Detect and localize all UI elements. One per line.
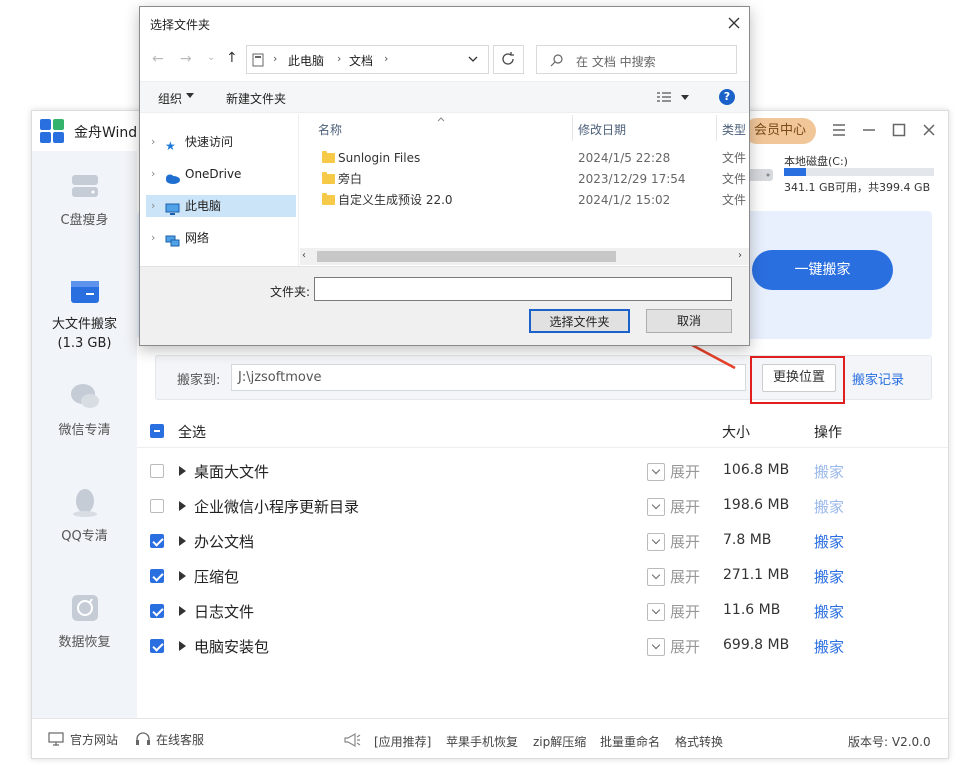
file-type: 文件 — [722, 172, 747, 186]
folder-label: 文件夹: — [270, 285, 311, 299]
forward-icon[interactable]: → — [180, 51, 192, 67]
nav-onedrive[interactable]: › OneDrive — [146, 163, 296, 185]
nav-item-label: 快速访问 — [185, 135, 234, 149]
expand-chevron-icon[interactable]: › — [151, 163, 155, 185]
nav-network[interactable]: › 网络 — [146, 227, 296, 249]
file-date: 2024/1/5 22:28 — [578, 151, 671, 165]
nav-item-label: 网络 — [185, 231, 210, 245]
file-type: 文件 — [722, 151, 747, 165]
pc-icon — [252, 53, 264, 67]
breadcrumb-documents[interactable]: 文档 — [349, 52, 373, 69]
breadcrumb-separator: › — [273, 52, 278, 65]
expand-chevron-icon[interactable]: › — [151, 195, 155, 217]
search-placeholder: 在 文档 中搜索 — [576, 55, 656, 69]
organize-button[interactable]: 组织 — [158, 90, 182, 107]
column-header-type[interactable]: 类型 — [722, 121, 746, 138]
file-type: 文件 — [722, 193, 747, 207]
file-list-item[interactable]: 自定义生成预设 22.0 2024/1/2 15:02 文件 — [320, 190, 748, 210]
file-date: 2024/1/2 15:02 — [578, 193, 671, 207]
folder-icon — [322, 151, 335, 163]
file-name: 旁白 — [338, 172, 363, 186]
expand-chevron-icon[interactable]: › — [151, 227, 155, 249]
cancel-button[interactable]: 取消 — [646, 309, 732, 333]
nav-item-label: 此电脑 — [185, 199, 222, 213]
folder-input[interactable] — [314, 277, 732, 301]
star-icon: ★ — [165, 139, 176, 153]
column-divider — [716, 115, 717, 141]
folder-icon — [322, 172, 335, 184]
scroll-right-icon[interactable]: › — [738, 250, 742, 261]
breadcrumb-separator: › — [384, 52, 389, 65]
cloud-icon — [164, 169, 180, 184]
breadcrumb-this-pc[interactable]: 此电脑 — [288, 52, 324, 69]
search-icon — [550, 53, 564, 67]
help-icon[interactable]: ? — [719, 89, 735, 105]
recent-dropdown-icon[interactable]: ⌄ — [207, 52, 215, 63]
view-options-icon[interactable] — [656, 91, 672, 103]
sort-arrow-icon — [437, 111, 445, 122]
file-list-item[interactable]: 旁白 2023/12/29 17:54 文件 — [320, 169, 748, 189]
dialog-title: 选择文件夹 — [150, 18, 211, 32]
column-divider — [572, 115, 573, 141]
network-icon — [165, 232, 180, 247]
up-icon[interactable]: ↑ — [226, 50, 238, 66]
expand-chevron-icon[interactable]: › — [151, 131, 155, 153]
column-header-modified[interactable]: 修改日期 — [578, 121, 626, 138]
breadcrumb-separator: › — [337, 52, 342, 65]
nav-quick-access[interactable]: › ★ 快速访问 — [146, 131, 296, 153]
view-dropdown-icon[interactable] — [681, 95, 689, 100]
dialog-close-icon[interactable] — [728, 17, 740, 29]
organize-dropdown-icon — [186, 93, 194, 98]
refresh-icon — [502, 52, 514, 65]
nav-item-label: OneDrive — [185, 167, 242, 181]
computer-icon — [165, 200, 180, 215]
address-dropdown-icon[interactable] — [467, 53, 479, 65]
new-folder-button[interactable]: 新建文件夹 — [226, 90, 286, 107]
back-icon[interactable]: ← — [152, 51, 164, 67]
column-header-name[interactable]: 名称 — [318, 121, 342, 138]
file-name: 自定义生成预设 22.0 — [338, 193, 453, 207]
refresh-button[interactable] — [493, 45, 524, 74]
select-folder-button[interactable]: 选择文件夹 — [529, 309, 630, 333]
file-list-item[interactable]: Sunlogin Files 2024/1/5 22:28 文件 — [320, 148, 748, 168]
scrollbar-thumb[interactable] — [317, 251, 616, 262]
nav-this-pc[interactable]: › 此电脑 — [146, 195, 296, 217]
file-date: 2023/12/29 17:54 — [578, 172, 686, 186]
folder-icon — [322, 193, 335, 205]
select-folder-dialog: 选择文件夹 ← → ⌄ ↑ › 此电脑 › 文档 › 在 文档 中搜索 组织 新… — [139, 6, 750, 346]
file-name: Sunlogin Files — [338, 151, 421, 165]
scroll-left-icon[interactable]: ‹ — [302, 250, 306, 261]
